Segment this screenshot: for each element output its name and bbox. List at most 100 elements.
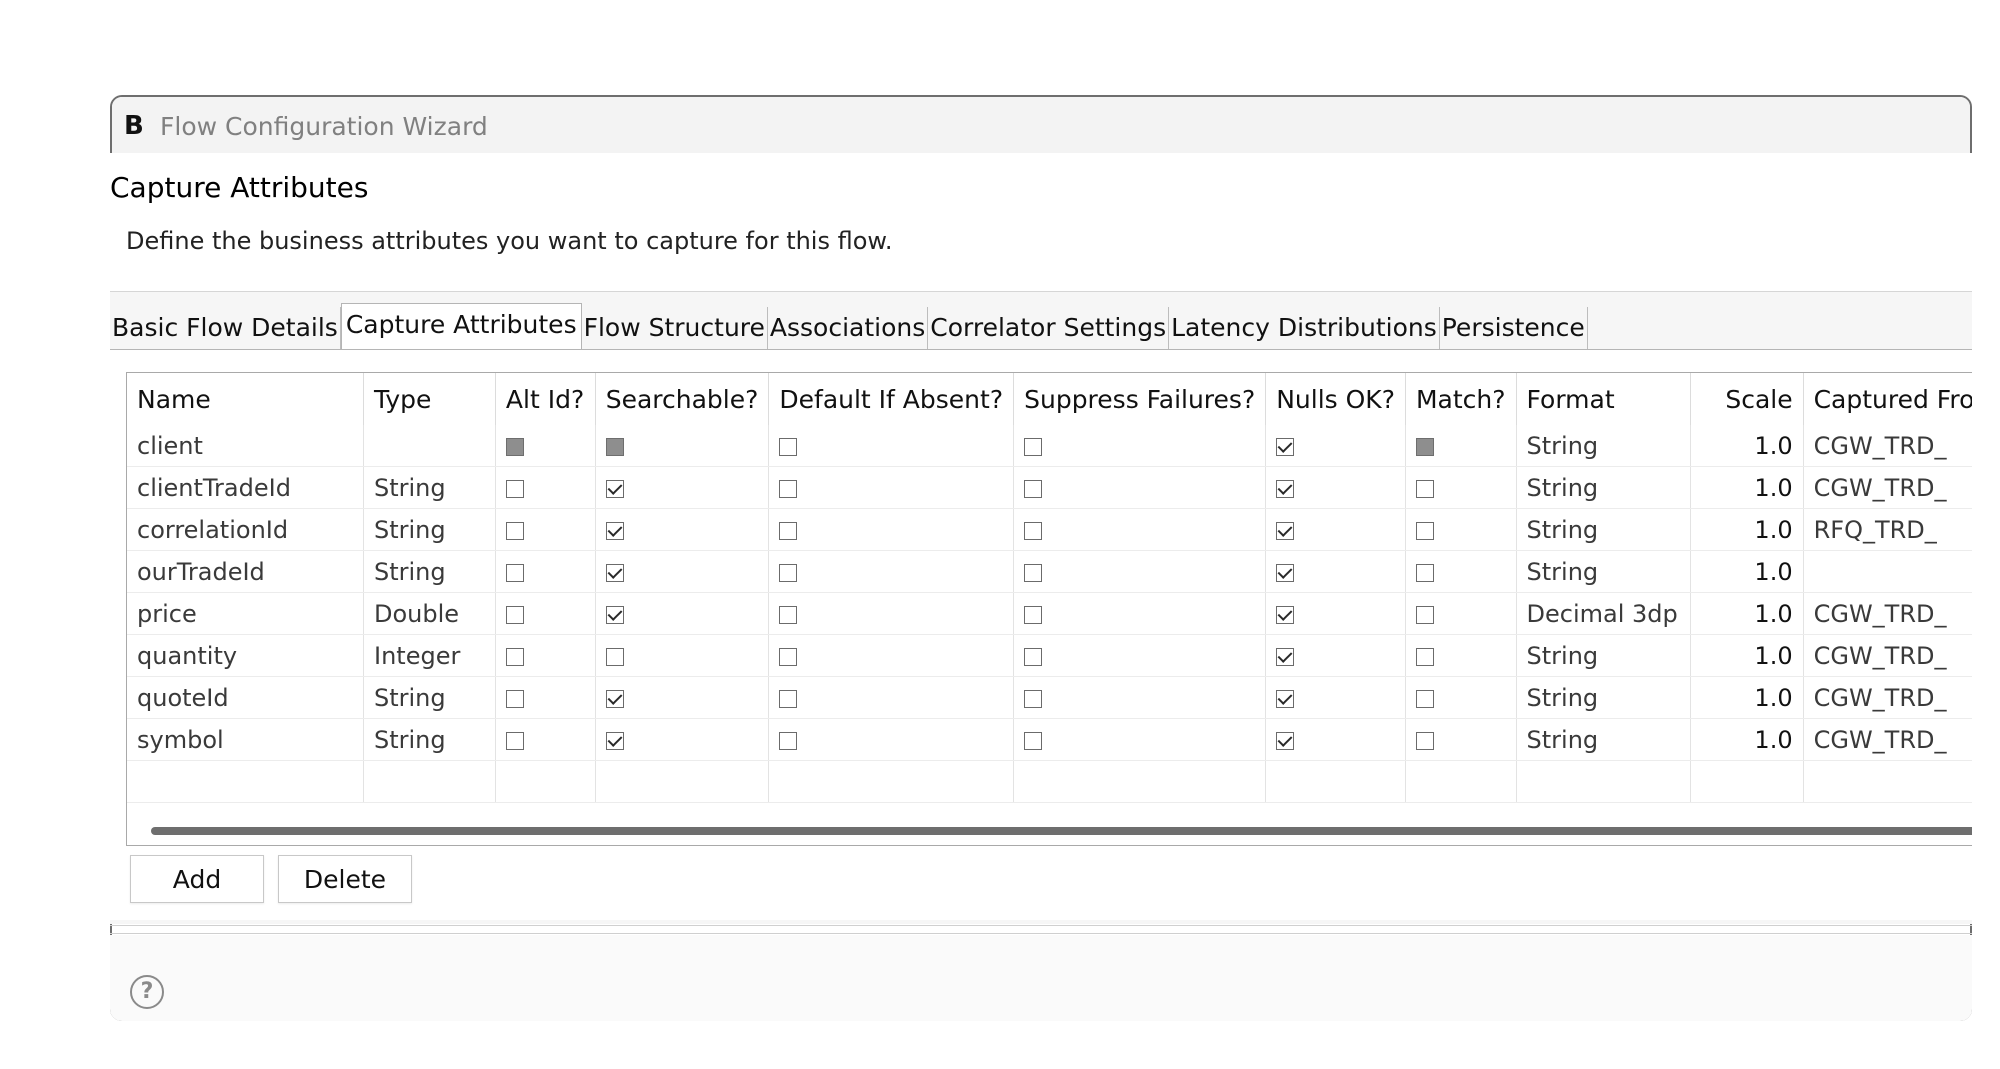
cell-match[interactable] [1405, 718, 1517, 761]
cell-scale[interactable]: 1.0 [1690, 634, 1804, 677]
cell-scale[interactable]: 1.0 [1690, 718, 1804, 761]
cell-scale[interactable]: 1.0 [1690, 466, 1804, 509]
match-checkbox[interactable] [1415, 563, 1434, 582]
table-row[interactable]: correlationId String String 1.0 RFQ_TRD_ [127, 508, 1972, 551]
empty-cell[interactable] [1690, 760, 1804, 803]
cell-searchable[interactable] [595, 634, 770, 677]
cell-format[interactable]: String [1516, 508, 1692, 551]
nulls-ok-checkbox[interactable] [1276, 521, 1295, 540]
cell-default-if-absent[interactable] [768, 634, 1015, 677]
empty-cell[interactable] [1013, 760, 1267, 803]
cell-nulls-ok[interactable] [1265, 550, 1406, 593]
cell-searchable[interactable] [595, 508, 770, 551]
tab-latency-distributions[interactable]: Latency Distributions [1169, 307, 1440, 349]
cell-nulls-ok[interactable] [1265, 508, 1406, 551]
cell-format[interactable]: String [1516, 425, 1692, 467]
cell-suppress-failures[interactable] [1013, 676, 1267, 719]
suppress-failures-checkbox[interactable] [1024, 605, 1043, 624]
cell-scale[interactable]: 1.0 [1690, 676, 1804, 719]
cell-default-if-absent[interactable] [768, 676, 1015, 719]
cell-captured-from[interactable]: RFQ_TRD_ [1803, 508, 1972, 551]
table-row[interactable]: clientTradeId String String 1.0 CGW_TRD_ [127, 466, 1972, 509]
tab-capture-attributes[interactable]: Capture Attributes [340, 303, 582, 349]
cell-suppress-failures[interactable] [1013, 634, 1267, 677]
searchable-checkbox[interactable] [605, 563, 624, 582]
cell-type[interactable]: Integer [363, 634, 496, 677]
empty-cell[interactable] [127, 760, 364, 803]
suppress-failures-checkbox[interactable] [1024, 689, 1043, 708]
cell-default-if-absent[interactable] [768, 508, 1015, 551]
table-row[interactable]: symbol String String 1.0 CGW_TRD_ [127, 718, 1972, 761]
cell-name[interactable]: quantity [127, 634, 364, 677]
empty-row[interactable] [127, 760, 1972, 803]
searchable-checkbox[interactable] [605, 731, 624, 750]
cell-type[interactable]: String [363, 466, 496, 509]
empty-cell[interactable] [768, 760, 1015, 803]
tab-persistence[interactable]: Persistence [1440, 307, 1588, 349]
searchable-checkbox[interactable] [605, 647, 624, 666]
cell-default-if-absent[interactable] [768, 466, 1015, 509]
default-if-absent-checkbox[interactable] [779, 437, 798, 456]
cell-alt-id[interactable] [495, 592, 596, 635]
cell-suppress-failures[interactable] [1013, 550, 1267, 593]
suppress-failures-checkbox[interactable] [1024, 563, 1043, 582]
table-row[interactable]: quoteId String String 1.0 CGW_TRD_ [127, 676, 1972, 719]
alt-id-checkbox[interactable] [505, 689, 524, 708]
cell-suppress-failures[interactable] [1013, 508, 1267, 551]
cell-name[interactable]: client [127, 425, 364, 467]
empty-cell[interactable] [1803, 760, 1972, 803]
tab-basic-flow-details[interactable]: Basic Flow Details [110, 307, 341, 349]
cell-format[interactable]: String [1516, 676, 1692, 719]
cell-match[interactable] [1405, 634, 1517, 677]
cell-default-if-absent[interactable] [768, 425, 1015, 467]
cell-nulls-ok[interactable] [1265, 634, 1406, 677]
attributes-table[interactable]: Name Type Alt Id? Searchable? Default If Abs… [126, 372, 1972, 846]
cell-match[interactable] [1405, 508, 1517, 551]
cell-type[interactable]: String [363, 718, 496, 761]
cell-default-if-absent[interactable] [768, 550, 1015, 593]
cell-name[interactable]: symbol [127, 718, 364, 761]
default-if-absent-checkbox[interactable] [779, 647, 798, 666]
searchable-checkbox[interactable] [605, 479, 624, 498]
horizontal-scrollbar[interactable] [151, 827, 1972, 835]
cell-match[interactable] [1405, 550, 1517, 593]
column-header-type[interactable]: Type [363, 373, 496, 425]
cell-alt-id[interactable] [495, 466, 596, 509]
cell-type[interactable]: String [363, 550, 496, 593]
default-if-absent-checkbox[interactable] [779, 563, 798, 582]
alt-id-checkbox[interactable] [505, 647, 524, 666]
cell-searchable[interactable] [595, 592, 770, 635]
match-checkbox[interactable] [1415, 731, 1434, 750]
cell-searchable[interactable] [595, 425, 770, 467]
cell-searchable[interactable] [595, 550, 770, 593]
add-button[interactable]: Add [130, 855, 264, 903]
cell-type[interactable]: String [363, 676, 496, 719]
cell-nulls-ok[interactable] [1265, 466, 1406, 509]
table-row[interactable]: price Double Decimal 3dp 1.0 CGW_TRD_ [127, 592, 1972, 635]
cell-alt-id[interactable] [495, 676, 596, 719]
cell-searchable[interactable] [595, 718, 770, 761]
nulls-ok-checkbox[interactable] [1276, 731, 1295, 750]
column-header-match[interactable]: Match? [1405, 373, 1517, 425]
default-if-absent-checkbox[interactable] [779, 479, 798, 498]
column-header-nulls-ok[interactable]: Nulls OK? [1265, 373, 1406, 425]
cell-format[interactable]: String [1516, 550, 1692, 593]
cell-default-if-absent[interactable] [768, 718, 1015, 761]
cell-nulls-ok[interactable] [1265, 425, 1406, 467]
suppress-failures-checkbox[interactable] [1024, 437, 1043, 456]
searchable-checkbox[interactable] [605, 689, 624, 708]
cell-captured-from[interactable] [1803, 550, 1972, 593]
cell-name[interactable]: ourTradeId [127, 550, 364, 593]
column-header-captured-fro[interactable]: Captured Fro [1803, 373, 1972, 425]
cell-scale[interactable]: 1.0 [1690, 425, 1804, 467]
suppress-failures-checkbox[interactable] [1024, 731, 1043, 750]
empty-cell[interactable] [1405, 760, 1517, 803]
match-checkbox[interactable] [1415, 479, 1434, 498]
column-header-default-if-absent[interactable]: Default If Absent? [768, 373, 1015, 425]
table-row[interactable]: quantity Integer String 1.0 CGW_TRD_ [127, 634, 1972, 677]
alt-id-checkbox[interactable] [505, 479, 524, 498]
cell-captured-from[interactable]: CGW_TRD_ [1803, 718, 1972, 761]
cell-name[interactable]: quoteId [127, 676, 364, 719]
cell-scale[interactable]: 1.0 [1690, 508, 1804, 551]
help-icon[interactable]: ? [130, 975, 164, 1009]
